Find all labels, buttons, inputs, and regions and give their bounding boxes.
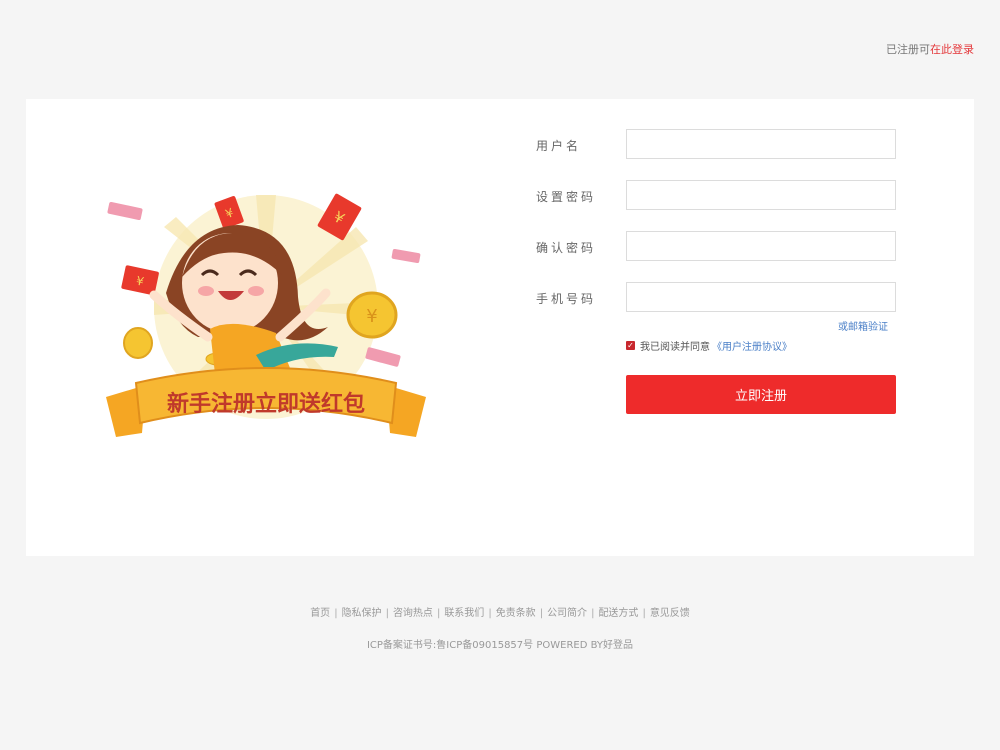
footer-separator: |: [436, 608, 441, 619]
footer-link-home[interactable]: 首页: [310, 608, 330, 619]
footer-separator: |: [591, 608, 595, 619]
svg-text:¥: ¥: [366, 306, 377, 327]
username-label: 用户名: [536, 139, 582, 153]
agree-checkbox[interactable]: ✓: [626, 341, 635, 350]
footer-link-privacy[interactable]: 隐私保护: [342, 608, 382, 619]
login-link[interactable]: 在此登录: [930, 43, 974, 56]
username-input[interactable]: [626, 129, 896, 159]
password-label: 设置密码: [536, 190, 597, 204]
footer-separator: |: [385, 608, 389, 619]
register-form: 用户名 设置密码 确认密码 手机号码: [536, 129, 916, 333]
phone-input[interactable]: [626, 282, 896, 312]
footer-link-disclaimer[interactable]: 免责条款: [496, 608, 536, 619]
banner-ribbon-text: 新手注册立即送红包: [167, 391, 365, 417]
agreement-row: ✓ 我已阅读并同意 《用户注册协议》: [626, 338, 792, 353]
agree-text: 我已阅读并同意: [640, 342, 710, 353]
footer-link-hotline[interactable]: 咨询热点: [393, 608, 433, 619]
phone-row: 手机号码: [536, 282, 916, 314]
confirm-password-label: 确认密码: [536, 241, 597, 255]
email-verify-link[interactable]: 或邮箱验证: [838, 318, 888, 333]
footer-link-contact[interactable]: 联系我们: [444, 608, 484, 619]
icp-record: ICP备案证书号:鲁ICP备09015857号 POWERED BY好登品: [366, 640, 634, 651]
red-envelope-illustration: ¥ ¥ ¥ ¥ 新手注册立即送红包: [106, 187, 426, 457]
login-prompt: 已注册可在此登录: [886, 41, 974, 57]
register-button[interactable]: 立即注册: [626, 375, 896, 414]
footer-separator: |: [539, 608, 544, 619]
confirm-password-row: 确认密码: [536, 231, 916, 263]
password-row: 设置密码: [536, 180, 916, 212]
username-row: 用户名: [536, 129, 916, 161]
password-input[interactable]: [626, 180, 896, 210]
footer-separator: |: [334, 608, 338, 619]
footer-links: 首页 | 隐私保护 | 咨询热点 | 联系我们 | 免责条款 | 公司简介 | 配送方式 | 意见反馈: [0, 604, 1000, 619]
footer-link-feedback[interactable]: 意见反馈: [650, 608, 690, 619]
confirm-password-input[interactable]: [626, 231, 896, 261]
illustration-graphic: ¥ ¥ ¥ ¥ 新手注册立即送红包: [106, 193, 426, 437]
register-card: ¥ ¥ ¥ ¥ 新手注册立即送红包 用户名 设置密码 确认密码 手机号码 或邮箱…: [26, 99, 974, 556]
footer-link-delivery[interactable]: 配送方式: [598, 608, 638, 619]
footer-separator: |: [488, 608, 492, 619]
agreement-link[interactable]: 《用户注册协议》: [712, 338, 792, 353]
footer-link-about[interactable]: 公司简介: [547, 608, 587, 619]
phone-label: 手机号码: [536, 292, 597, 306]
footer-separator: |: [642, 608, 646, 619]
login-prompt-text: 已注册可: [886, 43, 930, 56]
